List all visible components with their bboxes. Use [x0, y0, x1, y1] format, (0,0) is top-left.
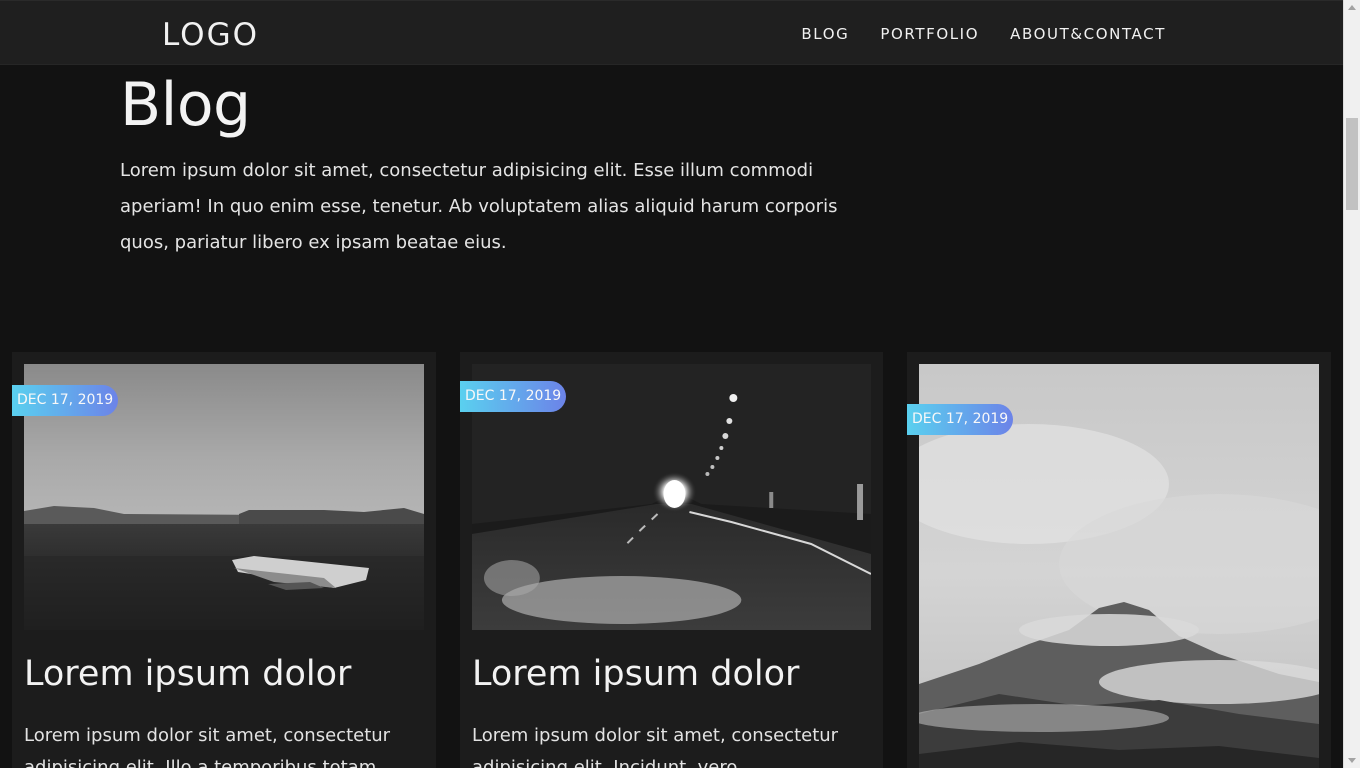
nav-link-portfolio[interactable]: PORTFOLIO [880, 25, 979, 43]
post-title[interactable]: Lorem ipsum dolor [472, 654, 799, 694]
blog-hero: Blog Lorem ipsum dolor sit amet, consect… [120, 66, 860, 261]
nav-link-blog[interactable]: BLOG [801, 25, 849, 43]
site-logo[interactable]: LOGO [162, 17, 259, 53]
nav-menu: BLOG PORTFOLIO ABOUT&CONTACT [801, 25, 1166, 43]
page-scrollbar[interactable] [1343, 0, 1360, 768]
post-date-badge: DEC 17, 2019 [907, 404, 1014, 435]
post-card-1[interactable]: DEC 17, 2019 Lorem ipsum dolor Lorem ips… [12, 352, 436, 768]
scroll-down-arrow-icon[interactable] [1348, 758, 1356, 763]
intro-text: Lorem ipsum dolor sit amet, consectetur … [120, 160, 838, 253]
post-excerpt: Lorem ipsum dolor sit amet, consectetur … [472, 725, 839, 768]
post-date-badge: DEC 17, 2019 [460, 381, 567, 412]
top-navbar: LOGO BLOG PORTFOLIO ABOUT&CONTACT [0, 0, 1343, 65]
post-card-2[interactable]: DEC 17, 2019 Lorem ipsum dolor Lorem ips… [460, 352, 883, 768]
nav-link-about-contact[interactable]: ABOUT&CONTACT [1010, 25, 1166, 43]
scrollbar-thumb[interactable] [1346, 118, 1358, 210]
post-card-3[interactable]: DEC 17, 2019 [907, 352, 1331, 768]
page-title: Blog [120, 70, 251, 140]
post-title[interactable]: Lorem ipsum dolor [24, 654, 351, 694]
post-excerpt: Lorem ipsum dolor sit amet, consectetur … [24, 725, 391, 768]
scroll-up-arrow-icon[interactable] [1348, 5, 1356, 10]
post-date-badge: DEC 17, 2019 [12, 385, 119, 416]
